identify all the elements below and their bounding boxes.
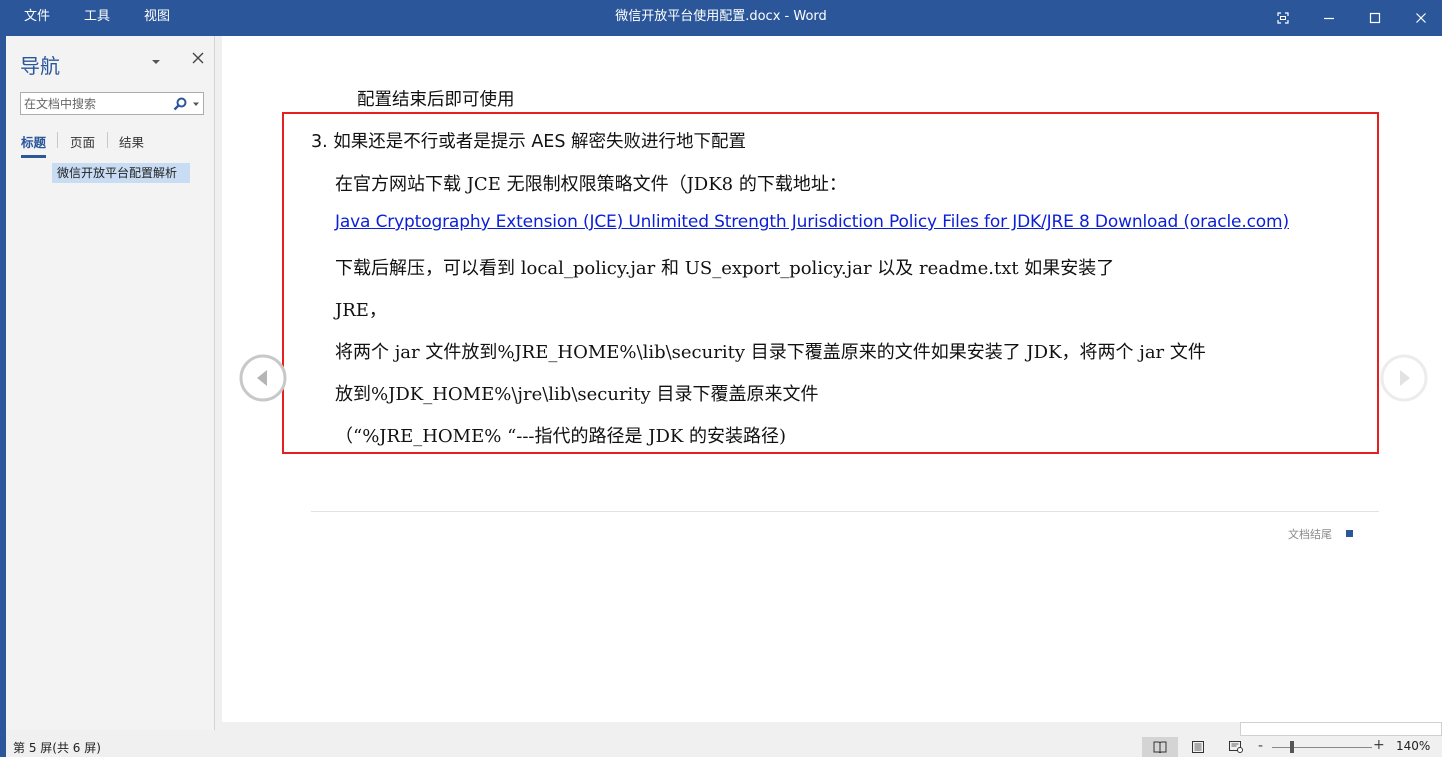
title-bar: 文件 工具 视图 微信开放平台使用配置.docx - Word xyxy=(0,0,1442,36)
tab-pages[interactable]: 页面 xyxy=(70,132,95,158)
zoom-slider[interactable] xyxy=(1272,747,1372,748)
tab-headings[interactable]: 标题 xyxy=(21,132,47,158)
page-indicator: 第 5 屏(共 6 屏) xyxy=(13,741,101,755)
paragraph: JRE， xyxy=(335,300,387,321)
menu-view[interactable]: 视图 xyxy=(144,0,170,36)
paragraph: （“%JRE_HOME% “---指代的路径是 JDK 的安装路径) xyxy=(335,426,787,447)
paragraph: 配置结束后即可使用 xyxy=(357,90,515,110)
print-layout-button[interactable] xyxy=(1180,737,1216,757)
search-box xyxy=(20,92,204,115)
navigation-pane: 导航 标题 页面 结果 微信开放平台配置解析 xyxy=(6,36,215,730)
bottom-edge xyxy=(0,757,1442,769)
minimize-icon xyxy=(1324,17,1334,20)
read-mode-button[interactable] xyxy=(1142,737,1178,757)
step-heading: 3. 如果还是不行或者是提示 AES 解密失败进行地下配置 xyxy=(311,132,747,152)
search-icon[interactable] xyxy=(172,96,188,112)
horizontal-scrollbar[interactable] xyxy=(1240,722,1442,736)
close-window-button[interactable] xyxy=(1398,0,1442,36)
zoom-in-button[interactable]: + xyxy=(1373,737,1385,753)
tab-divider xyxy=(107,132,108,148)
zoom-slider-thumb[interactable] xyxy=(1290,741,1294,753)
window-title: 微信开放平台使用配置.docx - Word xyxy=(615,9,827,24)
chevron-down-icon[interactable] xyxy=(150,56,162,68)
paragraph: 放到%JDK_HOME%\jre\lib\security 目录下覆盖原来文件 xyxy=(335,384,819,405)
web-layout-button[interactable] xyxy=(1218,737,1254,757)
maximize-icon xyxy=(1369,12,1381,24)
paragraph: 将两个 jar 文件放到%JRE_HOME%\lib\security 目录下覆… xyxy=(335,342,1206,363)
status-bar: 第 5 屏(共 6 屏) - + 140% xyxy=(6,737,1442,757)
page-icon xyxy=(1192,741,1204,753)
close-icon xyxy=(1416,13,1426,23)
maximize-button[interactable] xyxy=(1352,0,1398,36)
previous-screen-button[interactable] xyxy=(238,353,288,403)
end-marker xyxy=(1346,530,1353,537)
nav-heading-item[interactable]: 微信开放平台配置解析 xyxy=(52,163,190,183)
minimize-button[interactable] xyxy=(1306,0,1352,36)
fit-page-button[interactable] xyxy=(1260,0,1306,36)
end-divider xyxy=(311,511,1379,512)
tab-results[interactable]: 结果 xyxy=(119,132,144,158)
close-icon[interactable] xyxy=(191,51,205,65)
search-input[interactable] xyxy=(21,93,167,114)
zoom-out-button[interactable]: - xyxy=(1258,738,1263,754)
zoom-level[interactable]: 140% xyxy=(1396,739,1430,753)
web-layout-icon xyxy=(1229,741,1243,753)
tab-divider xyxy=(57,132,58,148)
fit-page-icon xyxy=(1277,12,1289,24)
oracle-download-link[interactable]: Java Cryptography Extension (JCE) Unlimi… xyxy=(335,212,1289,232)
end-of-document-label: 文档结尾 xyxy=(1288,528,1332,541)
menu-tools[interactable]: 工具 xyxy=(84,0,110,36)
document-area: 配置结束后即可使用 3. 如果还是不行或者是提示 AES 解密失败进行地下配置 … xyxy=(222,36,1442,736)
paragraph: 在官方网站下载 JCE 无限制权限策略文件（JDK8 的下载地址： xyxy=(335,174,847,195)
nav-title: 导航 xyxy=(20,54,60,78)
next-screen-button[interactable] xyxy=(1379,353,1429,403)
menu-file[interactable]: 文件 xyxy=(24,0,50,36)
book-icon xyxy=(1153,741,1167,753)
chevron-down-icon[interactable] xyxy=(192,100,200,108)
paragraph: 下载后解压，可以看到 local_policy.jar 和 US_export_… xyxy=(335,258,1115,279)
